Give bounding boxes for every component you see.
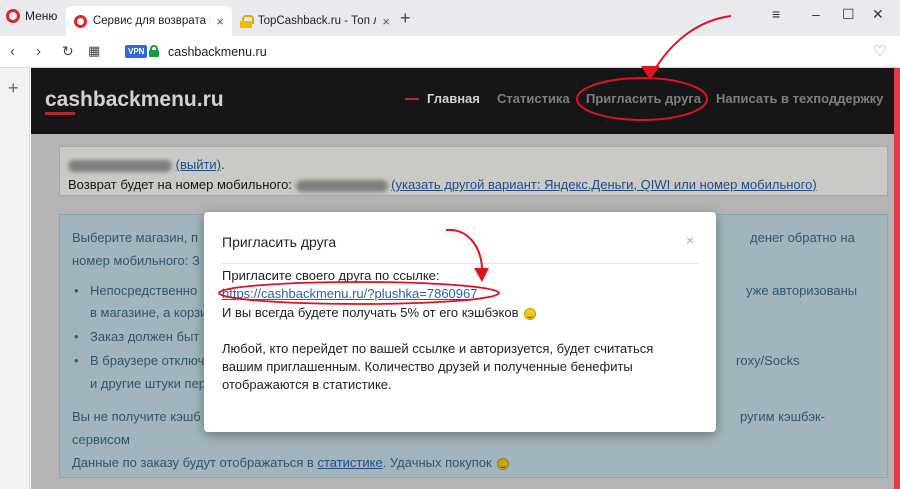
back-icon[interactable]: ‹ [10,43,15,60]
smiley-icon [524,307,537,320]
secure-lock-icon[interactable] [149,45,159,57]
description-line-3: отображаются в статистике. [222,377,392,392]
referral-link[interactable]: https://cashbackmenu.ru/?plushka=7860967 [222,286,477,301]
browser-tab[interactable]: TopCashback.ru - Топ луч × [232,6,398,36]
modal-close-button[interactable]: × [686,232,694,248]
modal-divider [222,263,698,264]
opera-logo-icon [6,9,20,23]
scrollbar[interactable] [894,68,900,489]
description-line-1: Любой, кто перейдет по вашей ссылке и ав… [222,341,654,356]
percent-line: И вы всегда будете получать 5% от его кэ… [222,305,537,320]
browser-menu-label: Меню [25,9,58,23]
bookmark-heart-icon[interactable]: ♡ [873,42,886,60]
address-bar: ‹ › ↻ ▦ VPN cashbackmenu.ru ♡ [0,36,900,68]
tab-menu-icon[interactable]: ≡ [772,6,780,22]
lock-favicon-icon [240,14,254,28]
tab-close-icon[interactable]: × [216,14,224,29]
tab-close-icon[interactable]: × [382,14,390,29]
invite-text: Пригласите своего друга по ссылке: [222,268,440,283]
url-field[interactable]: cashbackmenu.ru [168,45,267,59]
tab-title: TopCashback.ru - Топ луч [257,15,377,27]
browser-sidebar: + [0,68,30,489]
modal-title: Пригласить друга [222,234,337,250]
window-close-icon[interactable]: ✕ [872,6,884,23]
new-tab-button[interactable]: + [400,8,411,29]
browser-tab-active[interactable]: Сервис для возврата кэш × [66,6,232,36]
minimize-icon[interactable]: – [812,6,820,22]
invite-friend-modal: Пригласить друга × Пригласите своего дру… [204,212,716,432]
maximize-icon[interactable]: ☐ [842,6,855,23]
speed-dial-icon[interactable]: ▦ [88,43,100,59]
percent-text: И вы всегда будете получать 5% от его кэ… [222,305,519,320]
description-line-2: вашим приглашенным. Количество друзей и … [222,359,633,374]
tab-title: Сервис для возврата кэш [92,15,211,27]
browser-tab-bar: Меню Сервис для возврата кэш × TopCashba… [0,0,900,36]
browser-menu-button[interactable]: Меню [6,9,57,23]
sidebar-add-button[interactable]: + [8,78,19,99]
vpn-badge[interactable]: VPN [125,45,148,58]
reload-icon[interactable]: ↻ [62,43,74,60]
forward-icon[interactable]: › [36,43,41,60]
site-favicon-icon [74,14,87,28]
